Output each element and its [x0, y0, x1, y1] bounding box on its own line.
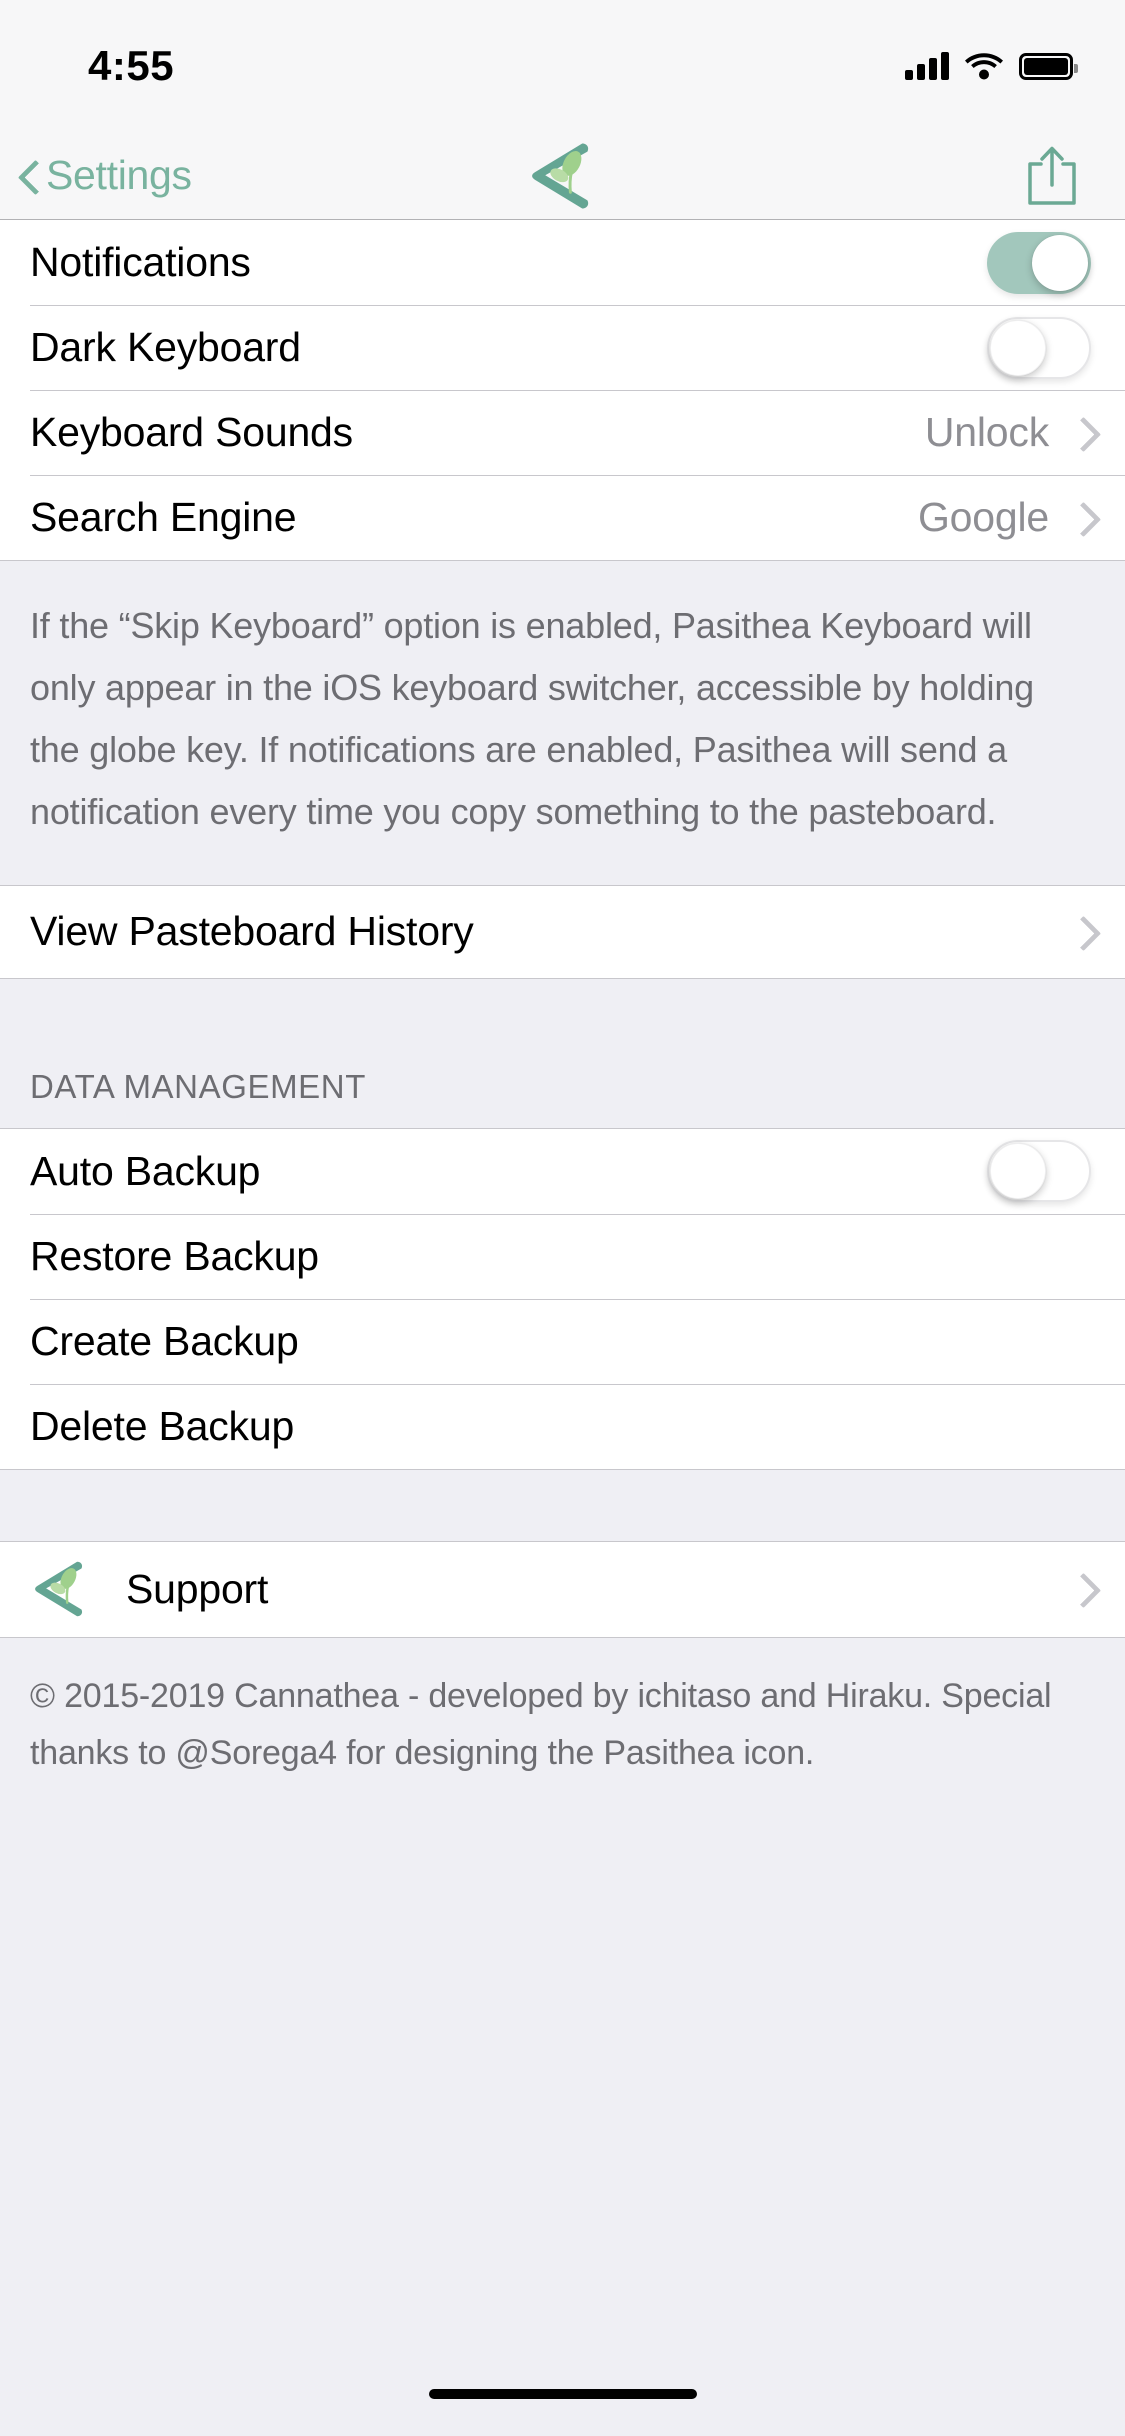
auto-backup-toggle[interactable]: [987, 1140, 1091, 1203]
pasithea-logo-icon: [35, 1561, 83, 1617]
settings-group-main: Notifications Dark Keyboard Keyboard Sou…: [0, 220, 1125, 561]
battery-full-icon: [1019, 52, 1078, 80]
status-bar-indicators: [905, 52, 1078, 80]
navigation-bar: Settings: [0, 132, 1125, 220]
chevron-right-icon: [1071, 416, 1091, 450]
row-notifications[interactable]: Notifications: [0, 220, 1125, 305]
row-label: Create Backup: [30, 1317, 299, 1364]
row-create-backup[interactable]: Create Backup: [0, 1298, 1125, 1384]
settings-group-pasteboard: View Pasteboard History: [0, 885, 1125, 979]
home-indicator-area: [0, 2352, 1125, 2436]
row-label: View Pasteboard History: [30, 908, 474, 955]
row-delete-backup[interactable]: Delete Backup: [0, 1383, 1125, 1469]
row-restore-backup[interactable]: Restore Backup: [0, 1213, 1125, 1299]
section-header-data-management: DATA MANAGEMENT: [0, 978, 1125, 1129]
home-indicator[interactable]: [428, 2389, 697, 2399]
row-auto-backup[interactable]: Auto Backup: [0, 1128, 1125, 1214]
chevron-left-icon: [18, 157, 40, 195]
row-value: Google: [917, 494, 1049, 540]
pasithea-logo-icon: [531, 142, 588, 209]
row-label: Notifications: [30, 239, 251, 285]
row-label: Dark Keyboard: [30, 324, 301, 370]
copyright-note: © 2015-2019 Cannathea - developed by ich…: [0, 1637, 1125, 1784]
row-label: Restore Backup: [30, 1232, 319, 1279]
row-label: Keyboard Sounds: [30, 409, 353, 455]
back-button-label: Settings: [46, 152, 192, 198]
settings-group-data-management: Auto Backup Restore Backup Create Backup…: [0, 1128, 1125, 1470]
row-support[interactable]: Support: [0, 1541, 1125, 1638]
status-bar-time: 4:55: [88, 42, 175, 89]
cellular-signal-icon: [905, 52, 949, 80]
chevron-right-icon: [1071, 501, 1091, 535]
phone-screen: 4:55 Settings Notifications Dark Keyboar…: [0, 0, 1125, 2436]
row-label: Search Engine: [30, 494, 297, 540]
row-label: Delete Backup: [30, 1402, 295, 1449]
share-icon[interactable]: [1025, 145, 1079, 207]
chevron-right-icon: [1071, 915, 1091, 949]
row-value: Unlock: [924, 409, 1049, 455]
notifications-toggle[interactable]: [987, 231, 1091, 294]
support-label: Support: [126, 1565, 269, 1612]
section-spacer: [0, 1469, 1125, 1542]
status-bar: 4:55: [0, 0, 1125, 132]
chevron-right-icon: [1071, 1572, 1091, 1606]
row-search-engine[interactable]: Search Engine Google: [0, 475, 1125, 560]
dark-keyboard-toggle[interactable]: [987, 316, 1091, 379]
skip-keyboard-footer-note: If the “Skip Keyboard” option is enabled…: [0, 561, 1125, 886]
wifi-icon: [965, 53, 1003, 80]
back-button[interactable]: Settings: [0, 152, 192, 199]
row-dark-keyboard[interactable]: Dark Keyboard: [0, 305, 1125, 390]
row-view-pasteboard-history[interactable]: View Pasteboard History: [0, 885, 1125, 978]
row-label: Auto Backup: [30, 1147, 261, 1194]
row-keyboard-sounds[interactable]: Keyboard Sounds Unlock: [0, 390, 1125, 475]
